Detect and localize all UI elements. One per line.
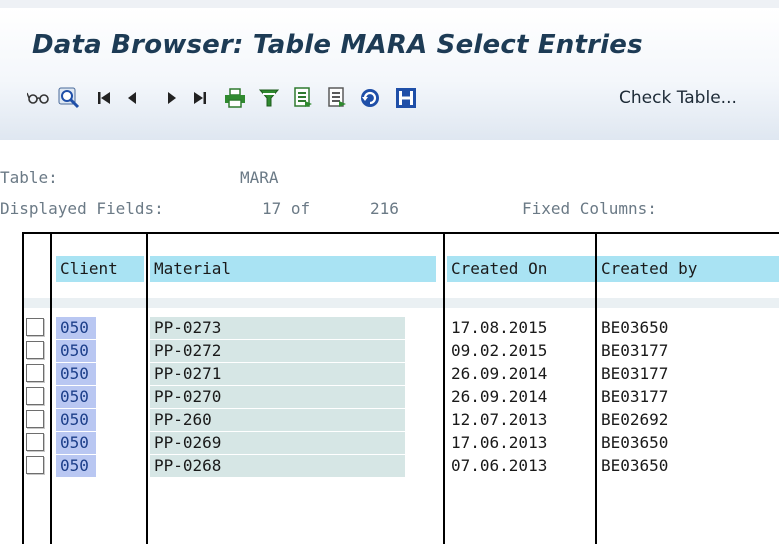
refresh-icon[interactable]	[356, 82, 384, 114]
export-icon[interactable]	[290, 82, 316, 114]
column-header-material[interactable]: Material	[150, 256, 436, 282]
displayed-fields-total: 216	[370, 199, 399, 218]
refresh-search-icon[interactable]	[56, 82, 82, 114]
title-area: Data Browser: Table MARA Select Entries	[0, 8, 779, 140]
cell-material: PP-260	[150, 409, 405, 431]
glasses-icon[interactable]	[26, 82, 52, 114]
cell-created-by: BE03650	[597, 432, 779, 454]
cell-created-on: 26.09.2014	[451, 387, 548, 406]
table-row[interactable]: 050 PP-0273 17.08.2015 BE03650	[22, 317, 779, 340]
cell-material: PP-0269	[150, 432, 405, 454]
table-row[interactable]: 050 PP-0272 09.02.2015 BE03177	[22, 340, 779, 363]
cell-client: 050	[56, 363, 96, 385]
cell-created-on: 26.09.2014	[451, 364, 548, 383]
cell-client: 050	[56, 386, 96, 408]
window-top-strip	[0, 0, 779, 8]
cell-created-by: BE03650	[597, 317, 779, 339]
next-page-icon[interactable]	[162, 82, 182, 114]
info-icon[interactable]	[392, 82, 420, 114]
page-title: Data Browser: Table MARA Select Entries	[32, 30, 643, 60]
print-icon[interactable]	[222, 82, 248, 114]
column-header-client[interactable]: Client	[56, 256, 144, 282]
table-row[interactable]: 050 PP-0268 07.06.2013 BE03650	[22, 455, 779, 478]
cell-material: PP-0270	[150, 386, 405, 408]
cell-created-on: 17.06.2013	[451, 433, 548, 452]
cell-material: PP-0268	[150, 455, 405, 477]
cell-material: PP-0273	[150, 317, 405, 339]
cell-material: PP-0271	[150, 363, 405, 385]
cell-created-by: BE03177	[597, 340, 779, 362]
cell-created-by: BE03177	[597, 363, 779, 385]
cell-client: 050	[56, 432, 96, 454]
cell-created-on: 12.07.2013	[451, 410, 548, 429]
cell-client: 050	[56, 317, 96, 339]
row-select-checkbox[interactable]	[26, 318, 44, 336]
check-table-button[interactable]: Check Table...	[619, 82, 737, 114]
first-page-icon[interactable]	[94, 82, 114, 114]
cell-created-by: BE02692	[597, 409, 779, 431]
row-select-checkbox[interactable]	[26, 410, 44, 428]
previous-page-icon[interactable]	[122, 82, 142, 114]
table-top-border	[22, 232, 779, 234]
cell-material: PP-0272	[150, 340, 405, 362]
table-label: Table:	[0, 168, 58, 187]
cell-created-on: 17.08.2015	[451, 318, 548, 337]
displayed-fields-label: Displayed Fields:	[0, 199, 164, 218]
data-table: Client Material Created On Created by 05…	[22, 232, 779, 544]
fixed-columns-label: Fixed Columns:	[522, 199, 657, 218]
row-select-checkbox[interactable]	[26, 433, 44, 451]
row-select-checkbox[interactable]	[26, 364, 44, 382]
export-list-icon[interactable]	[324, 82, 350, 114]
header-gap-band	[22, 298, 779, 308]
cell-created-on: 09.02.2015	[451, 341, 548, 360]
table-row[interactable]: 050 PP-0271 26.09.2014 BE03177	[22, 363, 779, 386]
cell-client: 050	[56, 409, 96, 431]
last-page-icon[interactable]	[190, 82, 210, 114]
column-header-created-by[interactable]: Created by	[597, 256, 779, 282]
displayed-fields-value: 17 of	[262, 199, 311, 218]
cell-created-on: 07.06.2013	[451, 456, 548, 475]
cell-client: 050	[56, 455, 96, 477]
row-select-checkbox[interactable]	[26, 341, 44, 359]
cell-client: 050	[56, 340, 96, 362]
table-row[interactable]: 050 PP-0270 26.09.2014 BE03177	[22, 386, 779, 409]
filter-icon[interactable]	[256, 82, 282, 114]
table-row[interactable]: 050 PP-260 12.07.2013 BE02692	[22, 409, 779, 432]
row-select-checkbox[interactable]	[26, 456, 44, 474]
cell-created-by: BE03177	[597, 386, 779, 408]
table-value: MARA	[240, 168, 279, 187]
column-header-created-on[interactable]: Created On	[447, 256, 595, 282]
application-toolbar: Check Table...	[26, 82, 776, 116]
row-select-checkbox[interactable]	[26, 387, 44, 405]
table-row[interactable]: 050 PP-0269 17.06.2013 BE03650	[22, 432, 779, 455]
cell-created-by: BE03650	[597, 455, 779, 477]
